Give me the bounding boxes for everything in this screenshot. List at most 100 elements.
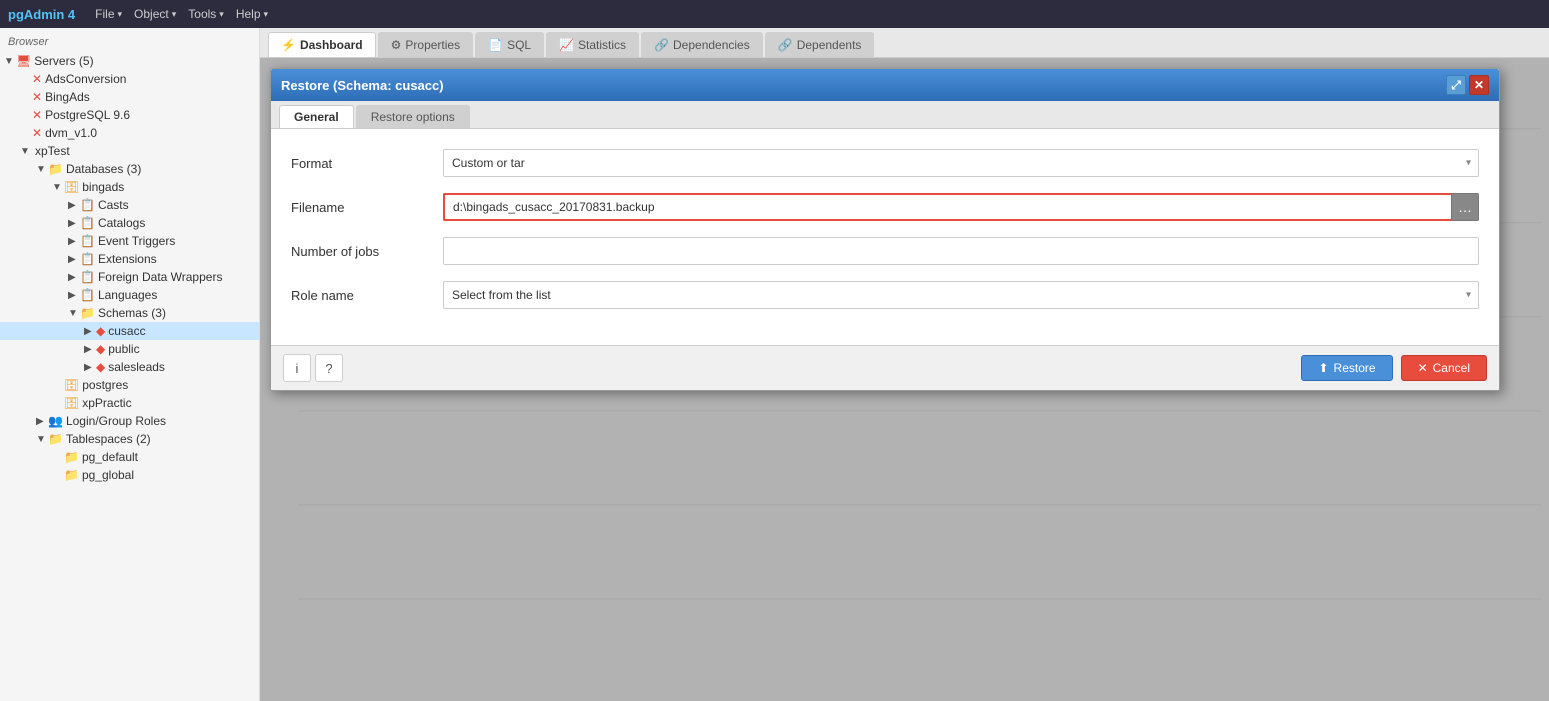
footer-right: ⬆ Restore ✕ Cancel [1301,355,1487,381]
tablespaces-label: Tablespaces (2) [66,432,151,446]
toggle-event-triggers: ▶ [68,236,80,247]
sidebar-item-xppractic[interactable]: 🗄 xpPractic [0,394,259,412]
info-button[interactable]: i [283,354,311,382]
dialog-overlay: Restore (Schema: cusacc) ⤢ ✕ General Res… [260,58,1549,701]
postgres-icon: 🗄 [64,378,79,392]
dialog-tab-general[interactable]: General [279,105,354,128]
menu-help[interactable]: Help ▾ [236,7,268,21]
sidebar-item-dvm[interactable]: ✕ dvm_v1.0 [0,124,259,142]
menu-object-chevron: ▾ [172,9,177,20]
sidebar-item-foreign-data[interactable]: ▶ 📋 Foreign Data Wrappers [0,268,259,286]
filename-browse-button[interactable]: … [1451,193,1479,221]
dialog-tab-bar: General Restore options [271,101,1499,129]
toggle-login-roles: ▶ [36,416,48,427]
login-roles-label: Login/Group Roles [66,414,166,428]
menu-file[interactable]: File ▾ [95,7,122,21]
statistics-icon: 📈 [559,38,574,52]
tab-statistics[interactable]: 📈 Statistics [546,32,639,57]
tab-dashboard[interactable]: ⚡ Dashboard [268,32,376,57]
sidebar-item-postgres[interactable]: 🗄 postgres [0,376,259,394]
sidebar-item-salesleads[interactable]: ▶ ◆ salesleads [0,358,259,376]
sidebar-item-tablespaces[interactable]: ▼ 📁 Tablespaces (2) [0,430,259,448]
pg-default-icon: 📁 [64,450,79,464]
format-label: Format [291,156,431,171]
sidebar-header: Browser [0,32,259,52]
menu-tools[interactable]: Tools ▾ [188,7,224,21]
rolename-select-wrapper: Select from the list ▾ [443,281,1479,309]
foreign-icon: 📋 [80,270,95,284]
properties-icon: ⚙ [391,38,402,52]
languages-icon: 📋 [80,288,95,302]
databases-icon: 📁 [48,162,63,176]
info-icon: i [296,361,299,376]
sidebar-item-databases[interactable]: ▼ 📁 Databases (3) [0,160,259,178]
tablespaces-icon: 📁 [48,432,63,446]
xptest-label: xpTest [35,144,70,158]
sidebar-item-public[interactable]: ▶ ◆ public [0,340,259,358]
sidebar-item-pg-global[interactable]: 📁 pg_global [0,466,259,484]
ads-label: AdsConversion [45,72,126,86]
form-row-rolename: Role name Select from the list ▾ [291,281,1479,309]
sidebar-item-casts[interactable]: ▶ 📋 Casts [0,196,259,214]
databases-label: Databases (3) [66,162,141,176]
menu-tools-chevron: ▾ [219,9,224,20]
toggle-tablespaces: ▼ [36,434,48,445]
dvm-icon: ✕ [32,126,42,140]
dialog-maximize-button[interactable]: ⤢ [1446,75,1466,95]
tab-properties[interactable]: ⚙ Properties [378,32,473,57]
rolename-select[interactable]: Select from the list [443,281,1479,309]
tab-dependents[interactable]: 🔗 Dependents [765,32,875,57]
form-row-jobs: Number of jobs [291,237,1479,265]
dialog-footer: i ? ⬆ Restore ✕ [271,345,1499,390]
extensions-label: Extensions [98,252,157,266]
tab-sql[interactable]: 📄 SQL [475,32,544,57]
sidebar-item-languages[interactable]: ▶ 📋 Languages [0,286,259,304]
format-select[interactable]: Custom or tarDirectoryPlain text [443,149,1479,177]
bingads-icon: ✕ [32,90,42,104]
dialog-close-button[interactable]: ✕ [1469,75,1489,95]
dependents-icon: 🔗 [778,38,793,52]
sidebar-item-event-triggers[interactable]: ▶ 📋 Event Triggers [0,232,259,250]
sidebar-item-catalogs[interactable]: ▶ 📋 Catalogs [0,214,259,232]
tab-bar: ⚡ Dashboard ⚙ Properties 📄 SQL 📈 Statist… [260,28,1549,58]
xppractic-icon: 🗄 [64,396,79,410]
app-title: pgAdmin 4 [8,7,75,22]
dialog-body: Format Custom or tarDirectoryPlain text … [271,129,1499,345]
salesleads-icon: ◆ [96,360,105,374]
sidebar-item-login-roles[interactable]: ▶ 👥 Login/Group Roles [0,412,259,430]
salesleads-label: salesleads [108,360,165,374]
sidebar-item-servers[interactable]: ▼ 🖥 Servers (5) [0,52,259,70]
catalogs-label: Catalogs [98,216,145,230]
menu-object[interactable]: Object ▾ [134,7,176,21]
chart-area: Restore (Schema: cusacc) ⤢ ✕ General Res… [260,58,1549,701]
sidebar-item-adsconversion[interactable]: ✕ AdsConversion [0,70,259,88]
tab-dependencies[interactable]: 🔗 Dependencies [641,32,763,57]
sidebar-item-xptest[interactable]: ▼ xpTest [0,142,259,160]
public-label: public [108,342,139,356]
filename-wrapper: … [443,193,1479,221]
toggle-languages: ▶ [68,290,80,301]
filename-input[interactable] [443,193,1451,221]
sidebar-item-bingads-db[interactable]: ▼ 🗄 bingads [0,178,259,196]
restore-button[interactable]: ⬆ Restore [1301,355,1392,381]
sql-icon: 📄 [488,38,503,52]
cancel-button[interactable]: ✕ Cancel [1401,355,1487,381]
cusacc-label: cusacc [108,324,145,338]
toggle-bingads-db: ▼ [52,182,64,193]
languages-label: Languages [98,288,157,302]
sidebar-item-schemas[interactable]: ▼ 📁 Schemas (3) [0,304,259,322]
bingads-server-label: BingAds [45,90,90,104]
sidebar-item-bingads-server[interactable]: ✕ BingAds [0,88,259,106]
sidebar-item-cusacc[interactable]: ▶ ◆ cusacc [0,322,259,340]
restore-upload-icon: ⬆ [1318,361,1328,375]
dialog-tab-restore-options[interactable]: Restore options [356,105,470,128]
schemas-icon: 📁 [80,306,95,320]
sidebar-item-postgresql[interactable]: ✕ PostgreSQL 9.6 [0,106,259,124]
jobs-input[interactable] [443,237,1479,265]
help-button[interactable]: ? [315,354,343,382]
event-triggers-icon: 📋 [80,234,95,248]
dependencies-icon: 🔗 [654,38,669,52]
help-icon: ? [325,361,332,376]
sidebar-item-pg-default[interactable]: 📁 pg_default [0,448,259,466]
sidebar-item-extensions[interactable]: ▶ 📋 Extensions [0,250,259,268]
